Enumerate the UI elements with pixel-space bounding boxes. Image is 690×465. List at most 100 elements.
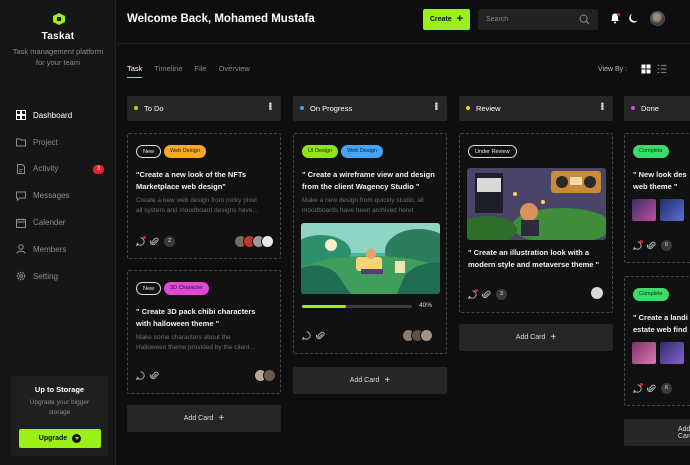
task-card[interactable]: Complete " New look des web theme " 6 — [624, 133, 690, 263]
attachment-count: 2 — [164, 236, 175, 247]
gear-icon — [16, 271, 26, 281]
attachment-count: 6 — [661, 383, 672, 394]
comment-icon[interactable] — [302, 331, 311, 340]
tag: Web Design — [164, 145, 206, 158]
activity-icon — [16, 163, 26, 174]
status-dot — [300, 106, 304, 110]
task-card[interactable]: Complete " Create a landi estate web fin… — [624, 276, 690, 406]
plus-icon: + — [384, 374, 391, 386]
task-card[interactable]: UI Design Web Design " Create a wirefram… — [293, 133, 447, 354]
grid-view-icon[interactable] — [641, 64, 651, 74]
search-input[interactable] — [486, 13, 571, 26]
column-title: Done — [641, 104, 659, 113]
create-label: Create — [429, 16, 452, 23]
download-icon — [72, 434, 82, 443]
sidebar-item-calendar[interactable]: Calender — [16, 209, 108, 236]
card-description: Halloween theme provided by the client..… — [136, 344, 255, 351]
card-title: " Create 3D pack chibi characters — [136, 307, 256, 316]
progress-fill — [302, 305, 346, 308]
create-button[interactable]: Create + — [423, 9, 470, 30]
comment-icon[interactable] — [633, 240, 643, 250]
more-options-icon[interactable]: ••• — [264, 102, 275, 110]
search-icon[interactable] — [579, 14, 590, 25]
attachment-thumbnail — [660, 342, 684, 364]
add-card-button[interactable]: Add Card — [624, 419, 690, 446]
card-title: " Create a wireframe view and design — [302, 170, 435, 179]
comment-icon[interactable] — [633, 383, 643, 393]
storage-panel: Up to Storage Upgrade your bigger storag… — [11, 376, 108, 456]
sidebar-item-activity[interactable]: Activity 3 — [16, 156, 108, 183]
column-header-done: Done — [624, 96, 690, 121]
task-card[interactable]: New Web Design "Create a new look of the… — [127, 133, 281, 259]
tag: Complete — [633, 288, 669, 301]
add-card-button[interactable]: Add Card + — [127, 405, 281, 432]
tag-list: Complete — [633, 145, 669, 158]
attachment-icon[interactable] — [647, 384, 656, 393]
upgrade-label: Upgrade — [38, 435, 68, 442]
task-card[interactable]: New 3D Character " Create 3D pack chibi … — [127, 270, 281, 394]
card-title: with halloween theme " — [136, 319, 220, 328]
moon-icon[interactable] — [628, 12, 640, 24]
sidebar-item-label: Activity — [33, 164, 59, 174]
tag-list: New 3D Character — [136, 282, 209, 295]
task-card[interactable]: Under Review " Create an illustration lo… — [459, 133, 613, 313]
attachment-icon[interactable] — [316, 331, 325, 340]
tag: UI Design — [302, 145, 339, 158]
plus-icon: + — [218, 412, 225, 424]
tab-timeline[interactable]: Timeline — [154, 64, 182, 78]
upgrade-button[interactable]: Upgrade — [19, 429, 101, 448]
tag: New — [136, 145, 162, 158]
column-header-todo: To Do ••• — [127, 96, 281, 121]
tag: Web Design — [341, 145, 384, 158]
comment-icon[interactable] — [468, 289, 478, 299]
card-description: Create a new web design from rocky pixel — [136, 197, 257, 204]
attachment-count: 6 — [661, 240, 672, 251]
assignee-avatars — [234, 235, 274, 248]
column-title: To Do — [144, 104, 164, 113]
tab-file[interactable]: File — [195, 64, 207, 78]
assignee-avatars — [254, 369, 276, 382]
column-title: On Progress — [310, 104, 353, 113]
sidebar-item-setting[interactable]: Setting — [16, 263, 108, 290]
status-dot — [466, 106, 470, 110]
sidebar-item-dashboard[interactable]: Dashboard — [16, 102, 108, 129]
attachment-icon[interactable] — [647, 241, 656, 250]
attachment-icon[interactable] — [150, 371, 159, 380]
add-card-button[interactable]: Add Card + — [459, 324, 613, 351]
attachment-icon[interactable] — [150, 237, 159, 246]
more-options-icon[interactable]: ••• — [596, 102, 607, 110]
avatar — [591, 287, 603, 299]
card-description: Make a new design from quickly studio, a… — [302, 197, 424, 204]
card-cover-image — [467, 168, 606, 240]
avatar[interactable] — [650, 11, 665, 26]
card-title: estate web find — [633, 325, 688, 334]
sidebar-nav: Dashboard Project Activity 3 Messages Ca… — [16, 102, 108, 290]
comment-icon[interactable] — [136, 236, 146, 246]
attachment-thumbnail — [632, 199, 656, 221]
tag-list: UI Design Web Design — [302, 145, 384, 158]
bell-icon[interactable] — [609, 12, 621, 24]
list-view-icon[interactable] — [657, 64, 667, 74]
tab-task[interactable]: Task — [127, 64, 143, 78]
sidebar-item-project[interactable]: Project — [16, 129, 108, 156]
sidebar-item-members[interactable]: Members — [16, 236, 108, 263]
add-card-label: Add Card — [678, 425, 690, 440]
more-options-icon[interactable]: ••• — [430, 102, 441, 110]
sidebar-item-label: Calender — [33, 218, 66, 228]
tag: New — [136, 282, 162, 295]
attachment-icon[interactable] — [482, 290, 491, 299]
attachment-thumbnail — [632, 342, 656, 364]
sidebar-item-label: Project — [33, 137, 58, 147]
sidebar-item-messages[interactable]: Messages — [16, 182, 108, 209]
tab-overview[interactable]: Overview — [219, 64, 250, 78]
avatar — [420, 329, 433, 342]
sidebar: Taskat Task management platform for your… — [0, 0, 116, 465]
calendar-icon — [16, 218, 26, 228]
status-dot — [134, 106, 138, 110]
card-footer: 3 — [468, 289, 507, 300]
card-footer: 6 — [633, 383, 672, 394]
comment-icon[interactable] — [136, 371, 145, 380]
status-dot — [631, 106, 635, 110]
card-footer: 6 — [633, 240, 672, 251]
add-card-button[interactable]: Add Card + — [293, 367, 447, 394]
